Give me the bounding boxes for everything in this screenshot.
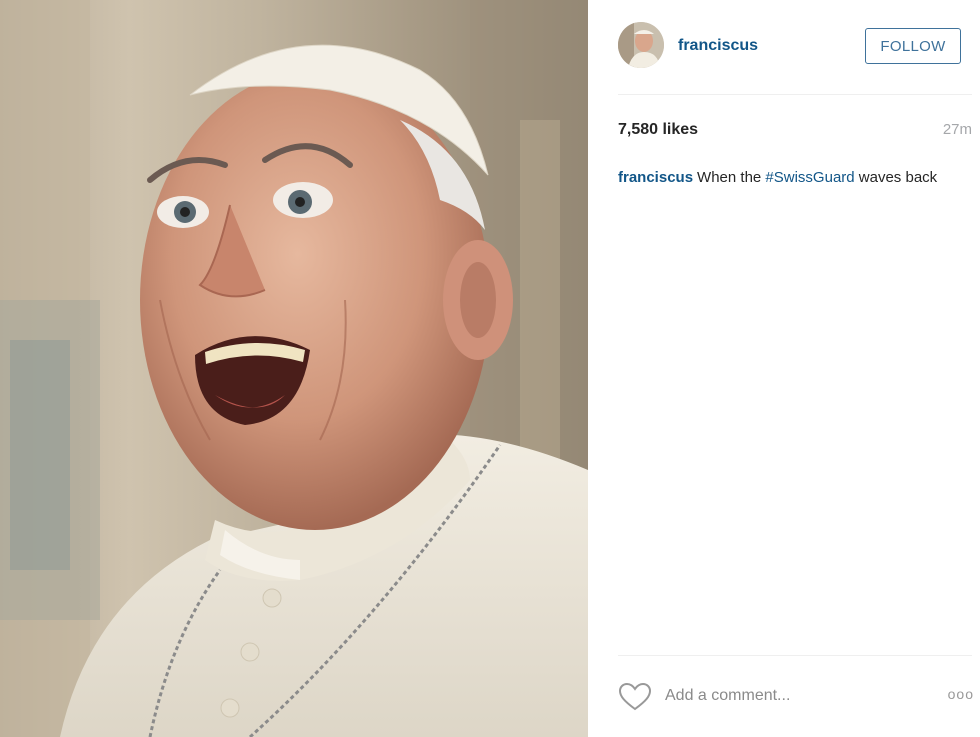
photo-illustration	[0, 0, 588, 737]
heart-outline-icon[interactable]	[618, 682, 652, 712]
likes-count[interactable]: 7,580 likes	[618, 121, 698, 139]
caption-text-after: waves back	[854, 169, 938, 186]
instagram-post: franciscus FOLLOW 7,580 likes 27m franci…	[0, 0, 980, 737]
hashtag-link[interactable]: #SwissGuard	[765, 169, 854, 186]
post-caption: franciscus When the #SwissGuard waves bac…	[618, 168, 948, 188]
caption-username[interactable]: franciscus	[618, 169, 693, 186]
avatar[interactable]	[618, 22, 664, 68]
follow-button[interactable]: FOLLOW	[865, 28, 961, 64]
avatar-image	[618, 22, 664, 68]
caption-text-before: When the	[697, 169, 766, 186]
divider	[618, 655, 972, 656]
post-photo[interactable]	[0, 0, 588, 737]
comment-input[interactable]	[665, 682, 915, 710]
post-header: franciscus FOLLOW	[618, 22, 961, 72]
divider	[618, 94, 972, 95]
post-time[interactable]: 27m	[943, 121, 972, 138]
ellipsis-icon[interactable]: ooo	[948, 686, 974, 702]
post-side-panel: franciscus FOLLOW 7,580 likes 27m franci…	[588, 0, 980, 737]
username-link[interactable]: franciscus	[678, 37, 758, 55]
comment-row: ooo	[618, 680, 974, 714]
